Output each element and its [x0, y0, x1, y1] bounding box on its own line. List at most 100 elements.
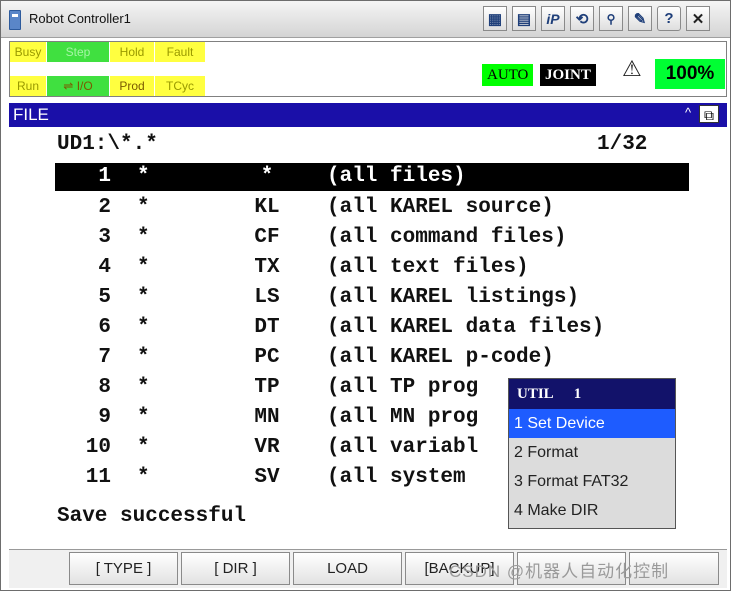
status-message: Save successful [57, 505, 247, 528]
row-ext: DT [254, 316, 280, 339]
row-star: * [137, 256, 150, 279]
row-num: 11 [85, 466, 111, 489]
status-panel: Busy Step Hold Fault Run ⇌ I/O Prod TCyc… [9, 41, 727, 97]
window-switch-icon[interactable]: ⧉ [699, 105, 719, 123]
fkey-dir[interactable]: [ DIR ] [181, 552, 290, 585]
util-popup-menu: UTIL 1 1 Set Device 2 Format 3 Format FAT… [508, 378, 676, 529]
fkey-load[interactable]: LOAD [293, 552, 402, 585]
maximize-caret-icon[interactable]: ^ [685, 105, 691, 120]
file-row[interactable]: 7 * PC (all KAREL p-code) [55, 344, 689, 372]
util-index-label: 1 [573, 386, 582, 402]
menu-item-make-dir[interactable]: 4 Make DIR [509, 496, 675, 525]
row-desc: (all TP prog [327, 376, 479, 399]
keypad-icon[interactable]: ▦ [483, 6, 507, 31]
io-icon: ⇌ [63, 79, 77, 93]
title-bar: Robot Controller1 ▦ ▤ iP ⟲ ⚲ ✎ ? ✕ [1, 1, 730, 38]
coord-indicator: JOINT [540, 64, 596, 86]
row-desc: (all KAREL source) [327, 196, 554, 219]
window-title: Robot Controller1 [29, 11, 131, 26]
row-desc: (all command files) [327, 226, 567, 249]
led-busy: Busy [10, 42, 46, 62]
row-star: * [137, 226, 150, 249]
row-star: * [137, 436, 150, 459]
row-star: * [137, 406, 150, 429]
row-desc: (all MN prog [327, 406, 479, 429]
row-ext: TX [254, 256, 280, 279]
close-icon[interactable]: ✕ [686, 6, 710, 31]
row-num: 6 [98, 316, 111, 339]
row-desc: (all KAREL listings) [327, 286, 580, 309]
row-num: 10 [85, 436, 111, 459]
refresh-icon[interactable]: ⟲ [570, 6, 594, 31]
row-ext: * [260, 165, 274, 188]
row-desc: (all KAREL p-code) [327, 346, 554, 369]
row-num: 2 [98, 196, 111, 219]
row-star: * [137, 376, 150, 399]
page-indicator: 1/32 [597, 133, 648, 156]
row-desc: (all variabl [327, 436, 479, 459]
row-ext: TP [254, 376, 280, 399]
led-hold: Hold [110, 42, 154, 62]
close-label: ✕ [691, 10, 705, 28]
row-ext: SV [254, 466, 280, 489]
row-num: 5 [98, 286, 111, 309]
led-io-label: I/O [76, 79, 93, 93]
menu-item-format-fat32[interactable]: 3 Format FAT32 [509, 467, 675, 496]
file-row[interactable]: 5 * LS (all KAREL listings) [55, 284, 689, 312]
led-tcyc: TCyc [155, 76, 205, 96]
file-row[interactable]: 3 * CF (all command files) [55, 224, 689, 252]
device-path: UD1:\*.* [57, 133, 158, 156]
file-row[interactable]: 6 * DT (all KAREL data files) [55, 314, 689, 342]
file-row[interactable]: 1 * * (all files) [55, 163, 689, 191]
edit-icon[interactable]: ✎ [628, 6, 652, 31]
row-ext: CF [254, 226, 280, 249]
row-star: * [137, 466, 150, 489]
file-header: FILE ^ ⧉ [9, 103, 727, 127]
ipendant-icon[interactable]: iP [541, 6, 565, 31]
file-title: FILE [13, 105, 49, 124]
watermark: CSDN @机器人自动化控制 [449, 562, 670, 581]
dial-icon[interactable]: ⚲ [599, 6, 623, 31]
row-desc: (all files) [327, 165, 466, 188]
row-ext: KL [254, 196, 280, 219]
menu-item-format[interactable]: 2 Format [509, 438, 675, 467]
row-desc: (all system [327, 466, 466, 489]
help-label: ? [664, 10, 674, 27]
file-row[interactable]: 2 * KL (all KAREL source) [55, 194, 689, 222]
row-star: * [137, 165, 150, 188]
led-step: Step [47, 42, 109, 62]
robot-controller-window: Robot Controller1 ▦ ▤ iP ⟲ ⚲ ✎ ? ✕ Busy … [0, 0, 731, 591]
file-row[interactable]: 4 * TX (all text files) [55, 254, 689, 282]
list-icon[interactable]: ▤ [512, 6, 536, 31]
row-num: 9 [98, 406, 111, 429]
override-indicator[interactable]: 100% [655, 59, 725, 89]
row-num: 1 [98, 165, 111, 188]
util-title-label: UTIL [517, 386, 554, 402]
led-io: ⇌ I/O [47, 76, 109, 96]
led-fault: Fault [155, 42, 205, 62]
help-icon[interactable]: ? [657, 6, 681, 31]
menu-item-set-device[interactable]: 1 Set Device [509, 409, 675, 438]
row-ext: VR [254, 436, 280, 459]
led-prod: Prod [110, 76, 154, 96]
led-run: Run [10, 76, 46, 96]
row-desc: (all KAREL data files) [327, 316, 605, 339]
row-star: * [137, 196, 150, 219]
row-star: * [137, 346, 150, 369]
ipendant-label: iP [546, 10, 560, 27]
warning-icon: ⚠ [622, 56, 642, 81]
util-popup-title: UTIL 1 [509, 379, 675, 409]
row-num: 7 [98, 346, 111, 369]
row-num: 8 [98, 376, 111, 399]
row-num: 3 [98, 226, 111, 249]
row-star: * [137, 286, 150, 309]
row-ext: PC [254, 346, 280, 369]
mode-indicator: AUTO [482, 64, 534, 86]
row-ext: MN [254, 406, 280, 429]
row-desc: (all text files) [327, 256, 529, 279]
row-star: * [137, 316, 150, 339]
row-num: 4 [98, 256, 111, 279]
row-ext: LS [254, 286, 280, 309]
app-icon [9, 10, 21, 30]
fkey-type[interactable]: [ TYPE ] [69, 552, 178, 585]
